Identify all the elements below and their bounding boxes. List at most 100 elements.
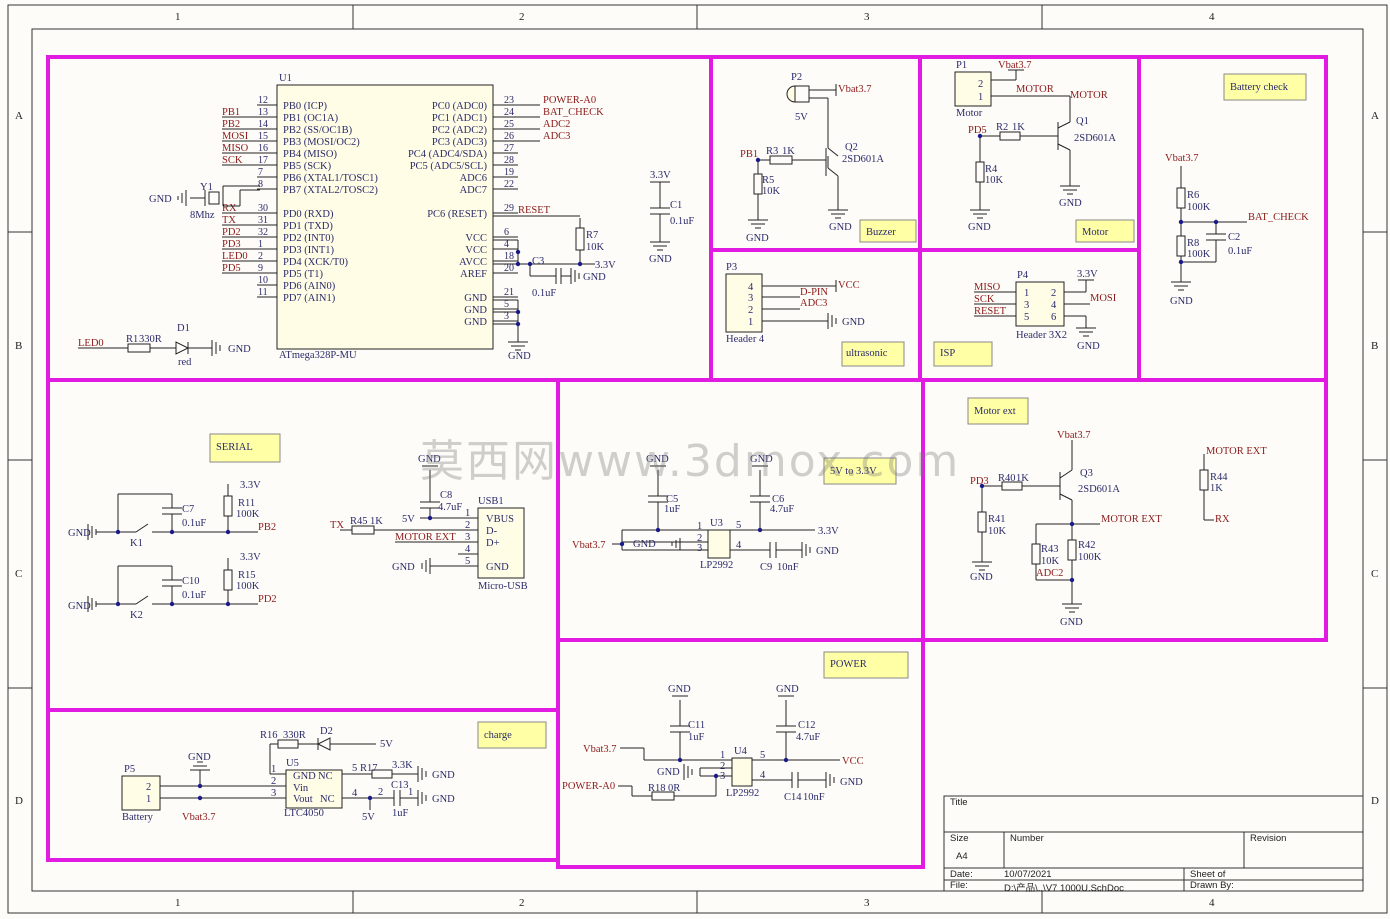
mcu-right-net-label: POWER-A0 xyxy=(543,95,596,106)
zone-row-a-right: A xyxy=(1371,110,1379,122)
mcu-left-pin-num: 7 xyxy=(258,167,263,178)
r11-value: 100K xyxy=(236,509,260,520)
mcu-u1: U1 ATmega328P-MU PB0 (ICP)12PB1 (OC1A)13… xyxy=(222,73,604,361)
r41-ref: R41 xyxy=(988,514,1006,525)
u5-pin2: 2 xyxy=(271,776,276,787)
mcu-left-pin-name: PB4 (MISO) xyxy=(283,149,337,160)
motorext-pd3: PD3 xyxy=(970,476,989,487)
usb-5v: 5V xyxy=(402,514,415,525)
tb-file-label: File: xyxy=(950,880,968,891)
usb-pin3: 3 xyxy=(465,532,470,543)
zone-row-d-left: D xyxy=(15,795,23,807)
r44-motor-ext: MOTOR EXT xyxy=(1206,446,1267,457)
mcu-right-pin-num: 5 xyxy=(504,299,509,310)
usb-dm: D- xyxy=(486,526,498,537)
mcu-right-pin-num: 26 xyxy=(504,131,514,142)
r16-ref: R16 xyxy=(260,730,278,741)
r44-value: 1K xyxy=(1210,483,1223,494)
r43-ref: R43 xyxy=(1041,544,1059,555)
mcu-left-pin-num: 14 xyxy=(258,119,268,130)
p5-ref: P5 xyxy=(124,764,135,775)
mcu-left-net-label: SCK xyxy=(222,155,243,166)
usb-motor-ext: MOTOR EXT xyxy=(395,532,456,543)
c3-value: 0.1uF xyxy=(532,288,556,299)
r45-ref: R45 xyxy=(350,516,368,527)
c9-value: 10nF xyxy=(777,562,799,573)
r42-value: 100K xyxy=(1078,552,1102,563)
mcu-right-net-label: ADC3 xyxy=(543,131,570,142)
watermark: 莫西网www.3dmox.com xyxy=(420,436,961,487)
motor-gnd-1: GND xyxy=(968,222,991,233)
ultrasonic-dpin: D-PIN xyxy=(800,287,828,298)
led0-net: LED0 xyxy=(78,338,104,349)
r6-ref: R6 xyxy=(1187,190,1199,201)
svg-text:Motor: Motor xyxy=(1082,227,1109,238)
u5-5v-out: 5V xyxy=(362,812,375,823)
mcu-left-pin-num: 8 xyxy=(258,179,263,190)
mcu-left-pin-name: PD2 (INT0) xyxy=(283,233,335,244)
k1-gnd: GND xyxy=(68,528,91,539)
tb-drawn-label: Drawn By: xyxy=(1190,880,1234,891)
svg-text:Motor ext: Motor ext xyxy=(974,406,1016,417)
buzzer-vbat: Vbat3.7 xyxy=(838,84,872,95)
mcu-right-pin-name: PC1 (ADC1) xyxy=(432,113,488,124)
c1-3v3: 3.3V xyxy=(650,170,671,181)
p4-pin3: 3 xyxy=(1024,300,1029,311)
p1-value: Motor xyxy=(956,108,983,119)
p3-pin2: 2 xyxy=(748,305,753,316)
d2-ref: D2 xyxy=(320,726,333,737)
motor-net-1: MOTOR xyxy=(1016,84,1054,95)
c11-value: 1uF xyxy=(688,732,705,743)
battery-check-circuit xyxy=(1171,166,1247,291)
q1-ref: Q1 xyxy=(1076,116,1089,127)
mcu-right-pin-name: PC2 (ADC2) xyxy=(432,125,488,136)
mcu-left-pin-num: 15 xyxy=(258,131,268,142)
mcu-left-pin-name: PB1 (OC1A) xyxy=(283,113,339,124)
u5-gnd-pin: GND xyxy=(293,771,316,782)
svg-text:Buzzer: Buzzer xyxy=(866,227,896,238)
zone-col-1-top: 1 xyxy=(175,11,181,23)
u3-pin5: 5 xyxy=(736,520,741,531)
mcu-left-pin-num: 12 xyxy=(258,95,268,106)
mcu-left-pin-name: PB6 (XTAL1/TOSC1) xyxy=(283,173,378,184)
p3-ref: P3 xyxy=(726,262,737,273)
r41-value: 10K xyxy=(988,526,1007,537)
zone-col-4-top: 4 xyxy=(1209,11,1215,23)
isp-miso: MISO xyxy=(974,282,1001,293)
motor-gnd-2: GND xyxy=(1059,198,1082,209)
mcu-left-net-label: MISO xyxy=(222,143,249,154)
mcu-right-pin-name: VCC xyxy=(465,245,487,256)
c10-ref: C10 xyxy=(182,576,200,587)
q3-ref: Q3 xyxy=(1080,468,1093,479)
mcu-left-pin-name: PD0 (RXD) xyxy=(283,209,334,220)
r17-value: 3.3K xyxy=(392,760,413,771)
tb-file-value: D:\产品\..\V7 1000U.SchDoc xyxy=(1004,883,1124,894)
r42-ref: R42 xyxy=(1078,540,1096,551)
svg-text:Battery check: Battery check xyxy=(1230,82,1289,93)
usb-vbus: VBUS xyxy=(486,514,514,525)
u3-vbat: Vbat3.7 xyxy=(572,540,606,551)
mcu-right-pin-name: PC0 (ADC0) xyxy=(432,101,488,112)
mcu-right-pin-num: 29 xyxy=(504,203,514,214)
mcu-left-net-label: LED0 xyxy=(222,251,248,262)
tb-title-label: Title xyxy=(950,797,968,808)
p2-value: 5V xyxy=(795,112,808,123)
note-charge: charge xyxy=(477,721,547,749)
c13-value: 1uF xyxy=(392,808,409,819)
k1-ref: K1 xyxy=(130,538,143,549)
mcu-left-net-label: PD2 xyxy=(222,227,241,238)
zone-row-b-right: B xyxy=(1371,340,1379,352)
mcu-left-pin-num: 17 xyxy=(258,155,268,166)
c14-gnd: GND xyxy=(840,777,863,788)
u5-nc-2: NC xyxy=(320,794,335,805)
r4-value: 10K xyxy=(985,175,1004,186)
r1-value: 330R xyxy=(139,334,162,345)
r15-ref: R15 xyxy=(238,570,256,581)
r44-ref: R44 xyxy=(1210,472,1228,483)
u3-gnd-in: GND xyxy=(633,539,656,550)
p5-pin2: 2 xyxy=(146,782,151,793)
d2-5v: 5V xyxy=(380,739,393,750)
batcheck-gnd: GND xyxy=(1170,296,1193,307)
mcu-right-pin-num: 3 xyxy=(504,311,509,322)
u3-pin3: 3 xyxy=(697,543,702,554)
